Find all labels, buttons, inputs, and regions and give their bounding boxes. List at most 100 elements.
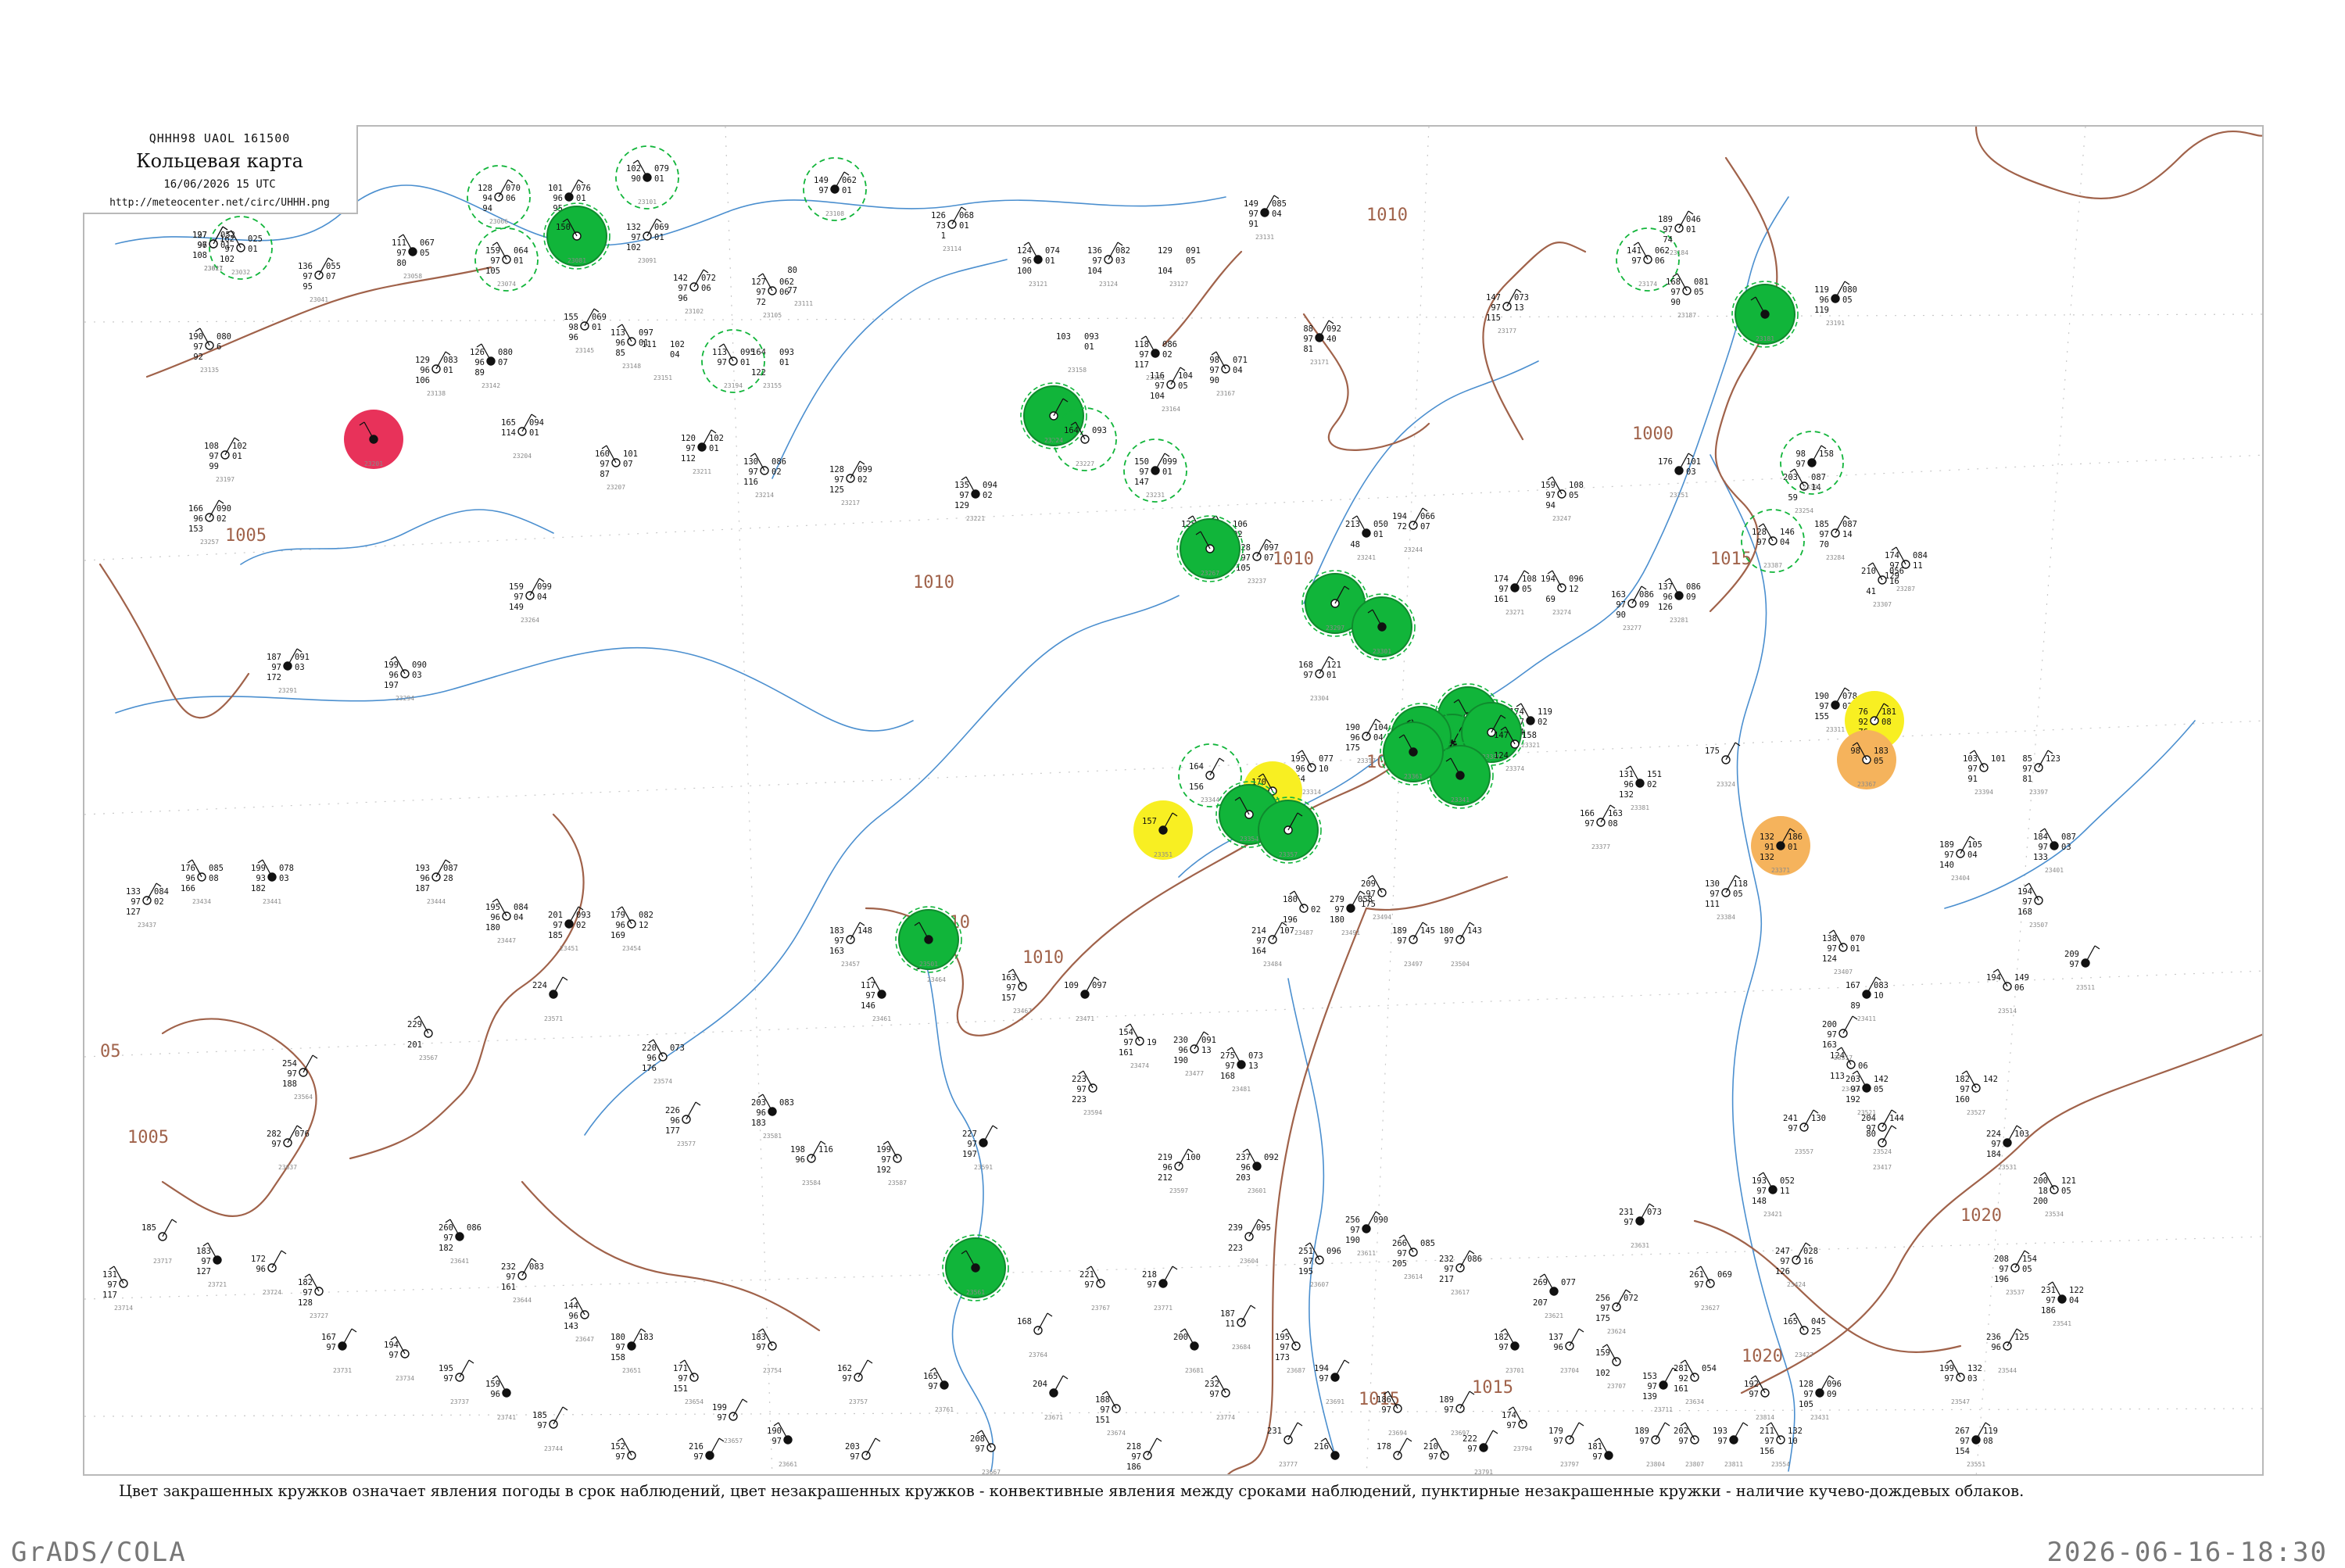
station-wmo-index: 23454 <box>622 945 641 952</box>
station-temp-pressure: 141 <box>1627 246 1642 256</box>
wind-barb-feather <box>1602 1344 1608 1348</box>
river <box>1944 720 2196 909</box>
station-pressure-tendency: 084 <box>1913 551 1928 560</box>
station-visibility: 97 <box>748 467 758 477</box>
station-wmo-index: 23091 <box>638 257 657 264</box>
station-wmo-index: 23108 <box>825 210 844 217</box>
station-visibility: 97 <box>1123 1038 1133 1047</box>
wind-barb-feather <box>859 460 865 465</box>
station-23138: 129 083 96106 01 23138 <box>415 351 458 397</box>
station-tendency-value: 01 <box>1686 225 1696 234</box>
station-visibility: 97 <box>2046 1296 2056 1305</box>
station-temp-pressure: 168 <box>1666 277 1681 287</box>
station-23627: 261 069 97 23627 <box>1689 1265 1732 1312</box>
station-tendency-value: 04 <box>2069 1296 2079 1305</box>
station-temp-pressure: 183 <box>196 1247 211 1256</box>
wind-barb-feather <box>445 351 451 356</box>
station-visibility: 97 <box>842 1374 852 1384</box>
wind-barb-feather <box>1609 804 1616 809</box>
station-tendency-value: 05 <box>1178 381 1188 391</box>
station-pressure-tendency: 121 <box>2061 1176 2076 1186</box>
station-wmo-index: 23581 <box>763 1133 782 1140</box>
station-23557: 241 130 97 23557 <box>1783 1109 1826 1155</box>
station-dewpoint: 89 <box>1850 1001 1860 1011</box>
station-23731: 16797 23731 <box>321 1328 357 1374</box>
map-source-url[interactable]: http://meteocenter.net/circ/UHHH.png <box>83 197 356 209</box>
wind-barb-feather <box>1828 1375 1835 1380</box>
station-temp-pressure: 163 <box>1611 590 1626 600</box>
station-23471: 109 097 23471 <box>1064 976 1107 1022</box>
station-wmo-index: 23527 <box>1967 1109 1985 1116</box>
station-pressure-tendency: 132 <box>1788 1427 1803 1436</box>
station-visibility: 97 <box>1788 1124 1798 1133</box>
legend-note: Цвет закрашенных кружков означает явлени… <box>119 1482 2025 1500</box>
station-temp-pressure: 129 <box>1158 246 1172 256</box>
isobar <box>1709 156 1778 613</box>
station-tendency-value: 06 <box>506 194 516 203</box>
station-temp-pressure: 116 <box>1150 371 1165 381</box>
station-visibility: 96 <box>193 514 203 524</box>
station-dewpoint: 149 <box>509 603 524 612</box>
station-23771: 21897 23771 <box>1142 1265 1178 1312</box>
station-wmo-index: 23401 <box>2045 867 2064 874</box>
wind-barb-feather <box>1672 273 1678 277</box>
station-temp-pressure: 76 <box>1858 707 1868 717</box>
station-dewpoint: 175 <box>1361 900 1376 909</box>
station-wmo-index: 23504 <box>1451 961 1470 968</box>
station-23707: 159 102 23707 <box>1595 1344 1626 1390</box>
station-wmo-index: 23135 <box>200 367 219 374</box>
station-23704: 13796 23704 <box>1548 1328 1584 1374</box>
wind-barb-feather <box>187 859 193 864</box>
station-visibility: 96 <box>1178 1046 1188 1055</box>
station-wmo-index: 23554 <box>1771 1461 1790 1468</box>
station-23687: 19597173 23687 <box>1275 1328 1305 1374</box>
station-23624: 256 072 97175 23624 <box>1595 1289 1638 1335</box>
station-visibility: 97 <box>443 1233 453 1243</box>
station-pressure-tendency: 102 <box>709 434 724 443</box>
station-temp-pressure: 275 <box>1220 1051 1235 1061</box>
station-temp-pressure: 168 <box>1017 1317 1032 1326</box>
station-dewpoint: 187 <box>415 884 430 893</box>
station-temp-pressure: 164 <box>1064 426 1079 435</box>
station-pressure-tendency: 069 <box>654 223 669 232</box>
station-visibility: 97 <box>1506 1421 1516 1430</box>
station-dewpoint: 173 <box>1275 1353 1290 1362</box>
wind-barb-feather <box>1828 929 1835 934</box>
wind-barb-feather <box>1180 1328 1186 1333</box>
station-tendency-value: 04 <box>1967 850 1978 860</box>
station-temp-pressure: 98 <box>1795 449 1806 459</box>
station-temp-pressure: 223 <box>1072 1075 1087 1084</box>
station-dewpoint: 192 <box>876 1165 891 1175</box>
station-23127: 129 091 104 05 23127 <box>1158 246 1201 288</box>
station-wmo-index: 23158 <box>1068 367 1087 374</box>
station-wmo-index: 23757 <box>849 1398 868 1405</box>
station-temp-pressure: 224 <box>1986 1129 2001 1139</box>
wind-barb-feather <box>1359 890 1366 895</box>
isobar-label: 1005 <box>225 526 267 546</box>
station-wmo-index: 23105 <box>763 312 782 319</box>
station-wmo-index: 23627 <box>1701 1305 1720 1312</box>
station-tendency-value: 6 <box>217 342 221 352</box>
station-wmo-index: 23457 <box>841 961 860 968</box>
station-pressure-tendency: 143 <box>1467 926 1482 936</box>
station-pressure-tendency: 080 <box>498 348 513 357</box>
station-visibility: 96 <box>1162 1163 1172 1172</box>
station-tendency-value: 09 <box>1827 1390 1837 1399</box>
river <box>1710 454 1795 1472</box>
station-temp-pressure: 194 <box>2017 887 2032 897</box>
station-dewpoint: 182 <box>439 1244 453 1253</box>
wind-barb-shaft <box>162 1219 173 1237</box>
station-temp-pressure: 131 <box>102 1270 117 1280</box>
station-23457: 183 148 97163 23457 <box>829 922 872 968</box>
station-wmo-index: 23607 <box>1310 1281 1329 1288</box>
station-23554: 211 132 97156 10 23554 <box>1760 1422 1803 1468</box>
station-23371: 132 186 91132 01 23371 <box>1751 816 1810 875</box>
station-pressure-tendency: 142 <box>1983 1075 1998 1084</box>
station-temp-pressure: 247 <box>1775 1247 1790 1256</box>
station-wmo-index: 23267 <box>1201 570 1219 577</box>
station-wmo-index: 23244 <box>1404 546 1423 553</box>
station-temp-pressure: 133 <box>126 887 141 897</box>
station-wmo-index: 23384 <box>1717 914 1735 921</box>
station-temp-pressure: 230 <box>1173 1036 1188 1045</box>
station-dewpoint: 140 <box>1939 861 1954 870</box>
